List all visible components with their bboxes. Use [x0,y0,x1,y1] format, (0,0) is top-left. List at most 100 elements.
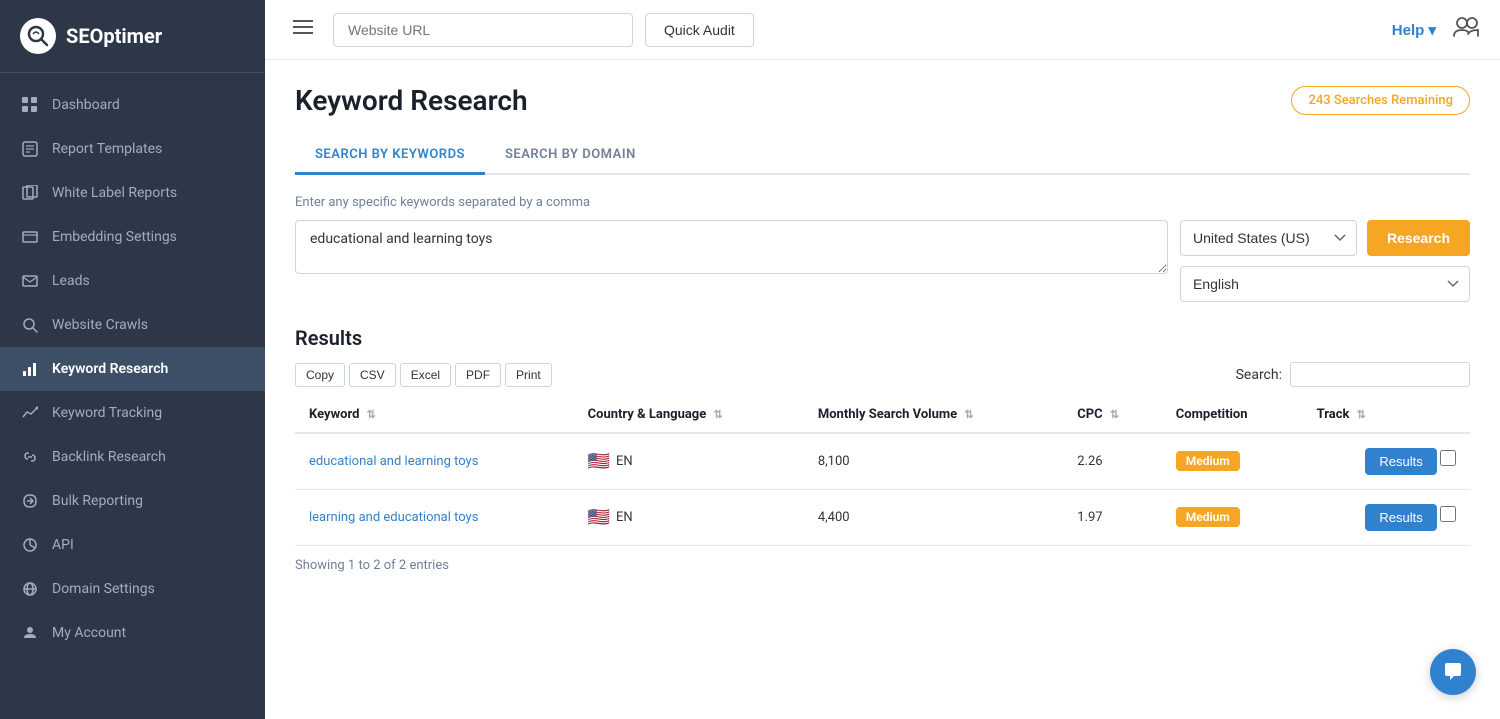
sidebar-item-label: Bulk Reporting [52,493,143,509]
website-crawls-icon [20,315,40,335]
sidebar-item-bulk-reporting[interactable]: Bulk Reporting [0,479,265,523]
table-search-input[interactable] [1290,362,1470,387]
keyword-input[interactable]: educational and learning toys [295,220,1168,274]
language-select[interactable]: English Spanish French [1180,266,1470,302]
sidebar-item-label: Website Crawls [52,317,148,333]
sidebar-item-label: My Account [52,625,126,641]
table-row: educational and learning toys 🇺🇸 EN 8,10… [295,433,1470,490]
sidebar-item-label: Domain Settings [52,581,155,597]
app-name: SEOptimer [66,24,162,48]
sidebar-item-label: White Label Reports [52,185,177,201]
search-controls: United States (US) United Kingdom (UK) C… [1180,220,1470,302]
volume-cell: 4,400 [804,490,1063,546]
showing-text: Showing 1 to 2 of 2 entries [295,558,1470,573]
tab-by-domain[interactable]: SEARCH BY DOMAIN [485,137,656,175]
backlink-icon [20,447,40,467]
results-title: Results [295,326,1470,350]
sidebar: SEOptimer Dashboard Report [0,0,265,719]
page-title: Keyword Research [295,84,528,117]
url-input[interactable] [333,13,633,47]
sort-icon: ⇅ [367,408,376,421]
sidebar-item-api[interactable]: API [0,523,265,567]
search-row: educational and learning toys United Sta… [295,220,1470,302]
leads-icon [20,271,40,291]
search-tabs: SEARCH BY KEYWORDS SEARCH BY DOMAIN [295,137,1470,175]
results-button[interactable]: Results [1365,448,1436,475]
sidebar-item-label: Embedding Settings [52,229,177,245]
results-table: Keyword ⇅ Country & Language ⇅ Monthly S… [295,397,1470,546]
col-keyword: Keyword ⇅ [295,397,574,433]
print-button[interactable]: Print [505,363,552,387]
sidebar-item-report-templates[interactable]: Report Templates [0,127,265,171]
sidebar-item-label: Report Templates [52,141,162,157]
quick-audit-button[interactable]: Quick Audit [645,13,754,47]
sidebar-nav: Dashboard Report Templates W [0,73,265,719]
track-checkbox[interactable] [1440,506,1456,522]
flag-icon: 🇺🇸 [588,451,610,472]
sort-icon: ⇅ [1110,408,1119,421]
sidebar-item-white-label[interactable]: White Label Reports [0,171,265,215]
csv-button[interactable]: CSV [349,363,396,387]
research-button[interactable]: Research [1367,220,1470,256]
country-select[interactable]: United States (US) United Kingdom (UK) C… [1180,220,1357,256]
copy-button[interactable]: Copy [295,363,345,387]
my-account-icon [20,623,40,643]
table-actions: Copy CSV Excel PDF Print Search: [295,362,1470,387]
logo-icon [20,18,56,54]
sidebar-item-website-crawls[interactable]: Website Crawls [0,303,265,347]
chat-bubble[interactable] [1430,649,1476,695]
flag-icon: 🇺🇸 [588,507,610,528]
search-label: Search: [1236,367,1282,383]
track-checkbox[interactable] [1440,450,1456,466]
topbar: Quick Audit Help ▾ [265,0,1500,60]
sidebar-item-my-account[interactable]: My Account [0,611,265,655]
cpc-cell: 1.97 [1063,490,1162,546]
searches-remaining-badge: 243 Searches Remaining [1291,86,1470,115]
logo: SEOptimer [0,0,265,73]
volume-cell: 8,100 [804,433,1063,490]
sidebar-item-label: Keyword Research [52,361,168,377]
excel-button[interactable]: Excel [400,363,451,387]
table-export-buttons: Copy CSV Excel PDF Print [295,363,552,387]
track-cell: Results [1303,433,1470,490]
sidebar-item-keyword-research[interactable]: Keyword Research [0,347,265,391]
sidebar-item-backlink-research[interactable]: Backlink Research [0,435,265,479]
topbar-right: Help ▾ [1392,16,1480,44]
cpc-cell: 2.26 [1063,433,1162,490]
keyword-cell: educational and learning toys [295,433,574,490]
results-button[interactable]: Results [1365,504,1436,531]
embedding-icon [20,227,40,247]
pdf-button[interactable]: PDF [455,363,501,387]
bulk-reporting-icon [20,491,40,511]
sidebar-item-dashboard[interactable]: Dashboard [0,83,265,127]
dashboard-icon [20,95,40,115]
country-language-cell: 🇺🇸 EN [574,433,804,490]
col-cpc: CPC ⇅ [1063,397,1162,433]
report-templates-icon [20,139,40,159]
sort-icon: ⇅ [714,408,723,421]
sidebar-item-embedding[interactable]: Embedding Settings [0,215,265,259]
lang-code: EN [616,454,633,469]
help-button[interactable]: Help ▾ [1392,21,1436,39]
sidebar-item-leads[interactable]: Leads [0,259,265,303]
page-header: Keyword Research 243 Searches Remaining [295,84,1470,117]
country-language-cell: 🇺🇸 EN [574,490,804,546]
menu-button[interactable] [285,14,321,45]
sidebar-item-label: Keyword Tracking [52,405,162,421]
competition-cell: Medium [1162,490,1303,546]
col-track: Track ⇅ [1303,397,1470,433]
sidebar-item-domain-settings[interactable]: Domain Settings [0,567,265,611]
keyword-tracking-icon [20,403,40,423]
keyword-link[interactable]: educational and learning toys [309,454,478,469]
white-label-icon [20,183,40,203]
lang-code: EN [616,510,633,525]
tab-by-keywords[interactable]: SEARCH BY KEYWORDS [295,137,485,175]
users-icon[interactable] [1452,16,1480,44]
sidebar-item-label: Backlink Research [52,449,166,465]
col-competition: Competition [1162,397,1303,433]
keyword-link[interactable]: learning and educational toys [309,510,478,525]
competition-badge: Medium [1176,451,1240,471]
sidebar-item-keyword-tracking[interactable]: Keyword Tracking [0,391,265,435]
competition-badge: Medium [1176,507,1240,527]
table-row: learning and educational toys 🇺🇸 EN 4,40… [295,490,1470,546]
